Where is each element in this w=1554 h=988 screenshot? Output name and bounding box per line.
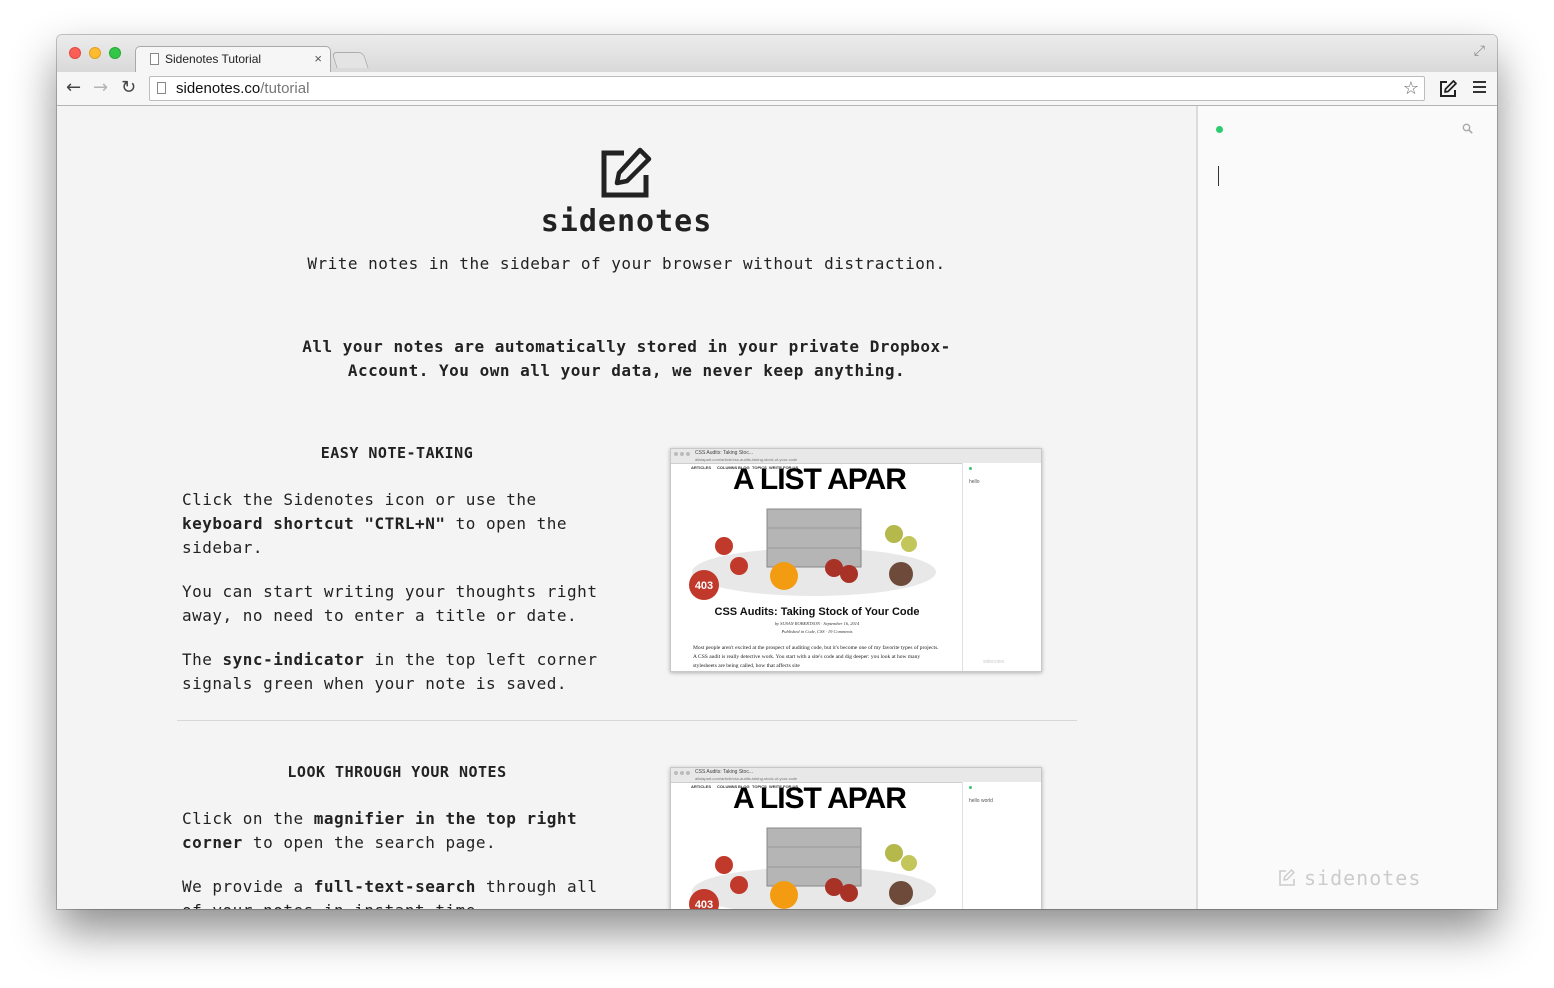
screenshot-tab: CSS Audits: Taking Stoc... — [695, 450, 753, 456]
fullscreen-icon[interactable]: ⤢ — [1474, 43, 1485, 59]
apple-crate-illustration — [692, 508, 936, 596]
sync-indicator — [1216, 126, 1223, 133]
tagline: Write notes in the sidebar of your brows… — [307, 254, 946, 273]
screenshot-sync-dot — [969, 467, 972, 470]
sidenotes-logo-icon — [601, 147, 652, 198]
issue-badge: 403 — [689, 570, 719, 600]
screenshot-sidebar: hello world — [962, 782, 1041, 909]
browser-toolbar: ← → ↻ sidenotes.co/tutorial ☆ — [57, 72, 1497, 106]
section-paragraph: Click on the magnifier in the top right … — [182, 807, 612, 855]
screenshot-note-text: hello world — [969, 798, 993, 804]
text: Click the Sidenotes icon or use the — [182, 490, 537, 509]
keyboard-shortcut-text: keyboard shortcut "CTRL+N" — [182, 514, 446, 533]
screenshot-nav-item: ARTICLES — [691, 465, 711, 470]
section-heading-easy-note-taking: EASY NOTE-TAKING — [320, 444, 474, 462]
screenshot-search: CSS Audits: Taking Stoc... alistapart.co… — [670, 767, 1042, 909]
screenshot-sidebar: hello sidenotes — [962, 463, 1041, 671]
screenshot-url: alistapart.com/article/css-audits-taking… — [695, 457, 798, 462]
screenshot-chrome: CSS Audits: Taking Stoc... alistapart.co… — [671, 449, 1041, 464]
url-host: sidenotes.co — [176, 80, 261, 97]
screenshot-sidebar-brand: sidenotes — [983, 659, 1005, 665]
search-magnifier-icon[interactable] — [1462, 123, 1473, 134]
screenshot-note-text: hello — [969, 479, 980, 485]
screenshot-sync-dot — [969, 786, 972, 789]
sidebar-brand: sidenotes — [1278, 866, 1421, 890]
url-text[interactable]: sidenotes.co/tutorial — [176, 80, 309, 97]
screenshot-tab: CSS Audits: Taking Stoc... — [695, 769, 753, 775]
bookmark-star-icon[interactable]: ☆ — [1403, 78, 1419, 99]
screenshot-url: alistapart.com/article/css-audits-taking… — [695, 776, 798, 781]
apple-crate-illustration — [692, 827, 936, 909]
section-paragraph: You can start writing your thoughts righ… — [182, 582, 598, 625]
text: to open the search page. — [242, 833, 497, 852]
section-paragraph: The sync-indicator in the top left corne… — [182, 648, 612, 696]
title-bar: Sidenotes Tutorial × ⤢ — [57, 35, 1497, 72]
screenshot-article-title: CSS Audits: Taking Stock of Your Code — [714, 606, 920, 618]
reload-button[interactable]: ↻ — [121, 78, 136, 98]
section-divider — [177, 720, 1077, 721]
address-bar[interactable]: sidenotes.co/tutorial ☆ — [149, 76, 1425, 101]
sidenotes-extension-icon[interactable] — [1438, 79, 1458, 99]
section-paragraph: Click the Sidenotes icon or use the keyb… — [182, 488, 612, 560]
text: We provide a — [182, 877, 314, 896]
sync-indicator-text: sync-indicator — [222, 650, 365, 669]
screenshot-masthead: A LIST APAR — [733, 782, 907, 815]
browser-window: Sidenotes Tutorial × ⤢ ← → ↻ sidenotes.c… — [57, 35, 1497, 909]
screenshot-body: Most people aren't excited at the prospe… — [693, 645, 939, 669]
screenshot-published: Published in Code, CSS · 19 Comments — [781, 629, 853, 634]
page-icon — [150, 53, 159, 65]
screenshot-masthead: A LIST APAR — [733, 463, 907, 496]
issue-number: 403 — [694, 580, 714, 592]
tutorial-page: sidenotes Write notes in the sidebar of … — [57, 106, 1196, 909]
screenshot-chrome: CSS Audits: Taking Stoc... alistapart.co… — [671, 768, 1041, 783]
full-text-search-text: full-text-search — [313, 877, 476, 896]
text: Click on the — [182, 809, 314, 828]
screenshot-easy-note-taking: CSS Audits: Taking Stoc... alistapart.co… — [670, 448, 1042, 672]
storage-note: All your notes are automatically stored … — [302, 337, 951, 380]
sidebar-brand-text: sidenotes — [1304, 866, 1422, 890]
back-button[interactable]: ← — [66, 78, 81, 98]
forward-button[interactable]: → — [93, 78, 108, 98]
sidenotes-logo-icon — [1279, 869, 1295, 886]
minimize-window-button[interactable] — [89, 47, 101, 59]
browser-tab[interactable]: Sidenotes Tutorial × — [135, 46, 331, 72]
section-paragraph: We provide a full-text-search through al… — [182, 875, 612, 909]
text: The — [182, 650, 223, 669]
sidenotes-sidebar: sidenotes — [1196, 106, 1497, 909]
section-heading-look-through: LOOK THROUGH YOUR NOTES — [287, 763, 507, 781]
brand-title: sidenotes — [540, 204, 713, 239]
new-tab-button[interactable] — [331, 52, 369, 68]
issue-number: 403 — [694, 899, 714, 909]
close-window-button[interactable] — [69, 47, 81, 59]
page-icon — [157, 82, 166, 94]
screenshot-byline: by SUSAN ROBERTSON · September 16, 2014 — [774, 621, 860, 626]
url-path: /tutorial — [260, 80, 310, 97]
tab-title: Sidenotes Tutorial — [165, 52, 262, 66]
note-editor-caret[interactable] — [1218, 166, 1219, 186]
screenshot-nav-item: ARTICLES — [691, 784, 711, 789]
tab-close-button[interactable]: × — [314, 51, 322, 66]
menu-icon[interactable] — [1473, 81, 1486, 96]
zoom-window-button[interactable] — [109, 47, 121, 59]
